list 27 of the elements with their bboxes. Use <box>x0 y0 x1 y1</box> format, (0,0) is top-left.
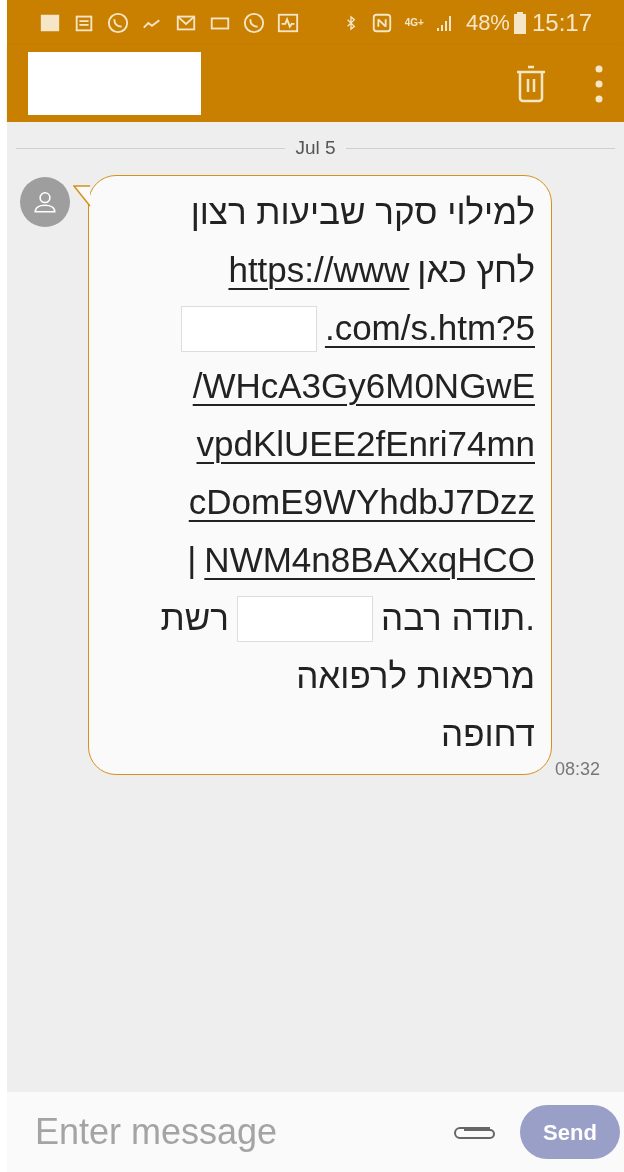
message-text: דחופה <box>441 713 535 756</box>
more-menu-icon[interactable] <box>595 64 603 103</box>
message-link[interactable]: vpdKlUEE2fEnri74mn <box>196 418 535 471</box>
network-type-label: 4G+ <box>404 17 424 28</box>
message-link[interactable]: NWM4n8BAXxqHCO <box>204 534 535 587</box>
delete-icon[interactable] <box>515 63 547 104</box>
signal-icon <box>435 13 454 32</box>
message-text: למילוי סקר שביעות רצון <box>190 191 535 234</box>
pulse-icon <box>277 11 299 34</box>
message-link[interactable]: https://www <box>228 244 410 297</box>
message-text: | <box>187 539 197 582</box>
nfc-icon <box>370 11 393 34</box>
phone-icon <box>243 11 265 34</box>
battery-icon <box>513 11 526 34</box>
clock-time: 15:17 <box>531 7 592 38</box>
phone-icon <box>107 11 129 34</box>
battery-percent: 48% <box>465 9 510 37</box>
message-text: לחץ כאן <box>417 249 535 292</box>
message-time: 08:32 <box>555 757 601 781</box>
message-link[interactable]: .com/s.htm?5 <box>324 302 535 355</box>
avatar-icon <box>20 176 70 227</box>
message-text: רשת <box>160 597 229 640</box>
date-separator: Jul 5 <box>295 136 336 160</box>
message-link[interactable]: cDomE9WYhdbJ7Dzz <box>188 476 535 529</box>
message-text: .תודה רבה <box>380 597 535 640</box>
message-text: מרפאות לרפואה <box>296 655 535 698</box>
message-link[interactable]: /WHcA3Gy6M0NGwE <box>192 360 535 413</box>
